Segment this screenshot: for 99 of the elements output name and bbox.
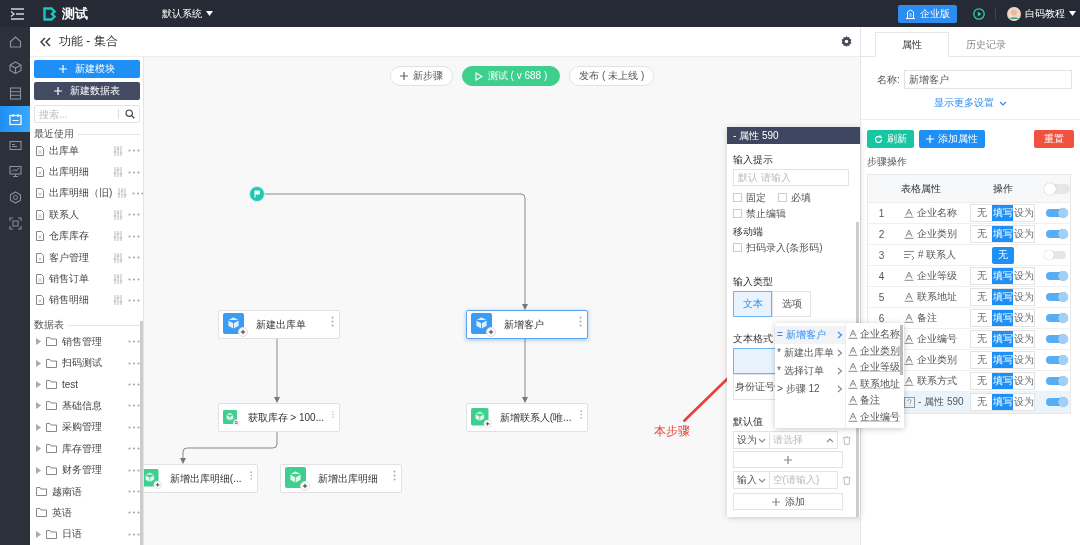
folder-item[interactable]: 扫码测试 — [62, 356, 123, 371]
row-number: 2 — [877, 228, 886, 240]
table-cell: 备注 — [917, 311, 937, 325]
table-cell: 企业编号 — [917, 332, 957, 346]
flow-node[interactable]: 新增联系人(唯... — [466, 403, 588, 432]
row-number: 5 — [877, 291, 886, 303]
step-option[interactable]: > 步骤 12 — [775, 380, 845, 398]
node-label: 新增客户 — [504, 317, 545, 332]
flow-node[interactable]: 新增客户 — [466, 310, 588, 339]
field-label: 移动端 — [733, 226, 763, 238]
section-label: 最近使用 — [34, 127, 74, 141]
app-name: 测试 — [62, 4, 88, 23]
node-label: 新建出库单 — [256, 317, 307, 332]
tab[interactable]: 属性 — [875, 32, 949, 57]
reset-button[interactable]: 重置 — [1034, 130, 1074, 148]
table-cell: - 属性 590 — [918, 395, 964, 409]
option-button[interactable]: 设为 — [1013, 352, 1034, 368]
row-number: 3 — [877, 249, 886, 261]
option-button[interactable]: 设为 — [1013, 331, 1034, 347]
folder-item[interactable]: 基础信息 — [62, 399, 123, 413]
node-label: 获取库存 > 100... — [247, 410, 324, 425]
checkbox[interactable]: 禁止编辑 — [733, 207, 786, 220]
option-button[interactable]: 设为 — [1013, 205, 1034, 221]
field-label: 文本格式 — [733, 333, 773, 345]
row-number: 1 — [877, 207, 886, 219]
field-option[interactable]: 企业等级 — [848, 359, 900, 376]
more-settings-link[interactable]: 显示更多设置 — [928, 95, 1013, 111]
mode-select[interactable]: 输入 — [733, 471, 770, 489]
section-label: 数据表 — [34, 318, 64, 333]
option-button[interactable]: 设为 — [1013, 310, 1034, 326]
field-label: 名称: — [877, 72, 900, 87]
field-option[interactable]: 企业名称 — [848, 326, 900, 343]
column-header: 表格属性 — [901, 181, 941, 196]
folder-item[interactable]: 财务管理 — [62, 463, 123, 478]
flow-node[interactable]: 获取库存 > 100... — [218, 403, 340, 432]
tab[interactable]: 历史记录 — [949, 32, 1023, 57]
row-number: 6 — [877, 312, 886, 324]
field-option[interactable]: 联系地址 — [848, 375, 900, 392]
table-cell: 企业类别 — [917, 227, 957, 241]
folder-item[interactable]: test — [62, 379, 123, 391]
system-menu[interactable]: 默认系统 — [162, 6, 213, 21]
option-button[interactable]: 设为 — [1013, 226, 1034, 242]
option-button[interactable]: 设为 — [1013, 289, 1034, 305]
step-option[interactable]: * 新建出库单 — [775, 344, 845, 362]
option-button[interactable]: 无 — [971, 394, 992, 410]
field-option[interactable]: 企业类别 — [848, 342, 900, 359]
node-label: 新增联系人(唯... — [499, 410, 572, 425]
module-item[interactable]: 仓库库存 — [49, 229, 108, 244]
checkbox[interactable]: 必填 — [778, 191, 811, 204]
name-field[interactable]: 新增客户 — [903, 70, 1072, 89]
type-option[interactable]: 选项 — [772, 291, 811, 317]
add-button[interactable]: 添加 — [733, 493, 843, 510]
publish-button[interactable]: 发布 ( 未上线 ) — [569, 66, 655, 86]
user-menu[interactable]: 白码教程 — [1025, 6, 1076, 21]
table-cell: 联系地址 — [917, 290, 957, 304]
module-item[interactable]: 出库单 — [49, 143, 108, 158]
option-button[interactable]: 设为 — [1013, 373, 1034, 389]
module-item[interactable]: 销售订单 — [49, 272, 108, 287]
row-number: 4 — [877, 270, 886, 282]
flow-node[interactable]: 新增出库明细(... — [144, 464, 258, 493]
format-option[interactable]: 身份证号 — [733, 374, 777, 400]
node-label: 新增出库明细 — [318, 471, 379, 486]
folder-item[interactable]: 越南语 — [52, 484, 123, 499]
module-item[interactable]: 出库明细 — [49, 165, 108, 180]
table-cell: 企业类别 — [917, 353, 957, 367]
checkbox[interactable]: 固定 — [733, 191, 766, 204]
folder-item[interactable]: 库存管理 — [62, 441, 123, 456]
checkbox[interactable]: 扫码录入(条形码) — [733, 241, 823, 254]
table-cell: # 联系人 — [918, 248, 957, 262]
section-label: 步骤操作 — [867, 155, 907, 169]
module-item[interactable]: 销售明细 — [49, 293, 108, 308]
module-item[interactable]: 出库明细（旧) — [49, 186, 113, 201]
folder-item[interactable]: 采购管理 — [62, 420, 123, 435]
module-item[interactable]: 客户管理 — [49, 250, 108, 265]
new-step-button[interactable]: 新步骤 — [389, 66, 453, 86]
mode-select[interactable]: 设为 — [733, 431, 770, 449]
field-label: 输入提示 — [733, 154, 773, 166]
table-cell: 联系方式 — [917, 374, 957, 388]
module-item[interactable]: 联系人 — [49, 207, 108, 222]
field-label: 输入类型 — [733, 276, 773, 288]
folder-item[interactable]: 销售管理 — [62, 334, 123, 349]
option-button[interactable]: 设为 — [1013, 268, 1034, 284]
column-header: 操作 — [992, 181, 1013, 196]
search-field[interactable]: 搜索... — [34, 105, 140, 123]
option-button[interactable]: 设为 — [1013, 394, 1034, 410]
flow-node[interactable]: 新建出库单 — [218, 310, 340, 339]
node-label: 新增出库明细(... — [169, 471, 242, 486]
table-cell: 企业等级 — [917, 269, 957, 283]
step-option[interactable]: * 选择订单 — [775, 362, 845, 380]
annotation-label: 本步骤 — [654, 423, 690, 440]
folder-item[interactable]: 英语 — [52, 505, 123, 520]
folder-item[interactable]: 日语 — [62, 527, 123, 542]
hint-field[interactable]: 默认 请输入 — [733, 169, 849, 186]
new-table-button[interactable]: 新建数据表 — [34, 82, 140, 100]
flow-node[interactable]: 新增出库明细 — [280, 464, 402, 493]
table-cell: 企业名称 — [917, 206, 957, 220]
field-label: 默认值 — [733, 416, 763, 428]
page-title: 功能 - 集合 — [59, 33, 118, 50]
panel-title: - 属性 590 — [733, 128, 779, 143]
